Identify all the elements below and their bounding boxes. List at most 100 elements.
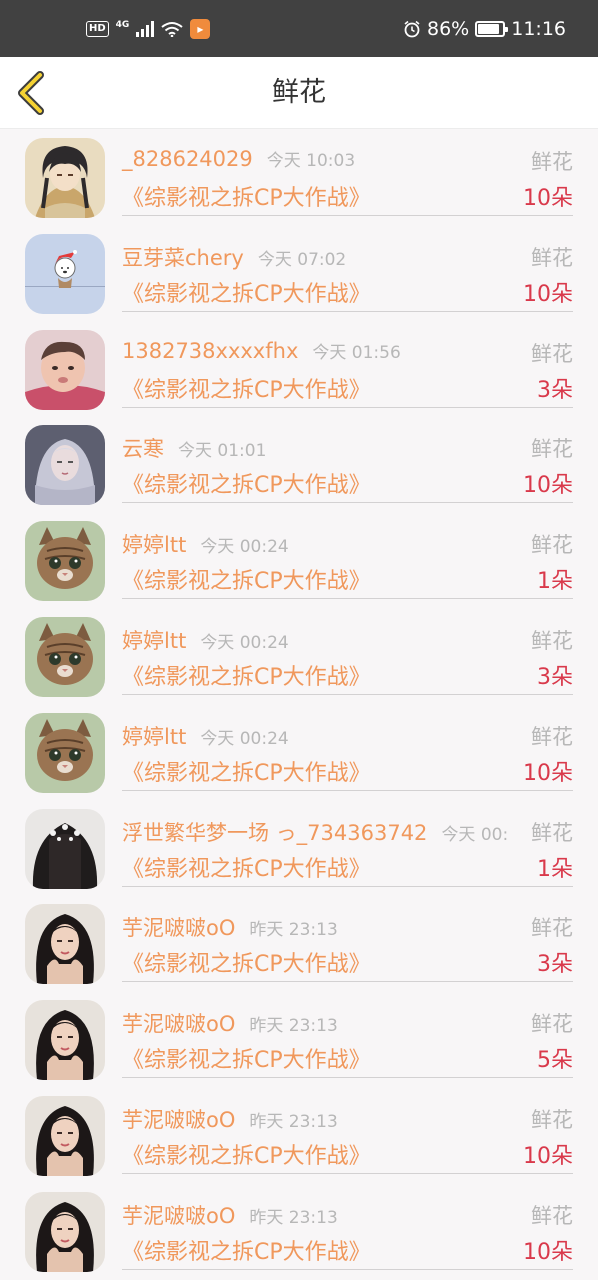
list-item-content: 芋泥啵啵oO 昨天 23:13 鲜花 《综影视之拆CP大作战》 10朵 [122, 1184, 573, 1270]
avatar[interactable] [25, 1191, 105, 1272]
username[interactable]: 芋泥啵啵oO [122, 1108, 235, 1132]
avatar[interactable] [25, 808, 105, 889]
book-title-link[interactable]: 《综影视之拆CP大作战》 [122, 755, 371, 787]
timestamp: 今天 01:01 [178, 441, 267, 462]
list-item[interactable]: 豆芽菜chery 今天 07:02 鲜花《综影视之拆CP大作战》 10朵 [0, 226, 598, 322]
list-item-header: 芋泥啵啵oO 昨天 23:13 [122, 1200, 338, 1230]
flower-count: 3朵 [537, 664, 573, 690]
gift-type-label: 鲜花 [531, 1107, 573, 1132]
timestamp: 今天 01:56 [312, 342, 401, 363]
gift-type-label: 鲜花 [531, 150, 573, 174]
username[interactable]: 豆芽菜chery [122, 246, 244, 270]
list-item[interactable]: 1382738xxxxfhx 今天 01:56 鲜花《综影视之拆CP大作战》 3朵 [0, 322, 598, 418]
list-item-content: 婷婷ltt 今天 00:24 鲜花 《综影视之拆CP大作战》 1朵 [122, 513, 573, 600]
list-item-content: 豆芽菜chery 今天 07:02 鲜花《综影视之拆CP大作战》 10朵 [122, 226, 573, 312]
list-item-content: 婷婷ltt 今天 00:24 鲜花《综影视之拆CP大作战》 3朵 [122, 609, 573, 695]
flower-count: 10朵 [523, 281, 573, 307]
list-item[interactable]: 云寒 今天 01:01 鲜花 《综影视之拆CP大作战》 10朵 [0, 417, 598, 513]
gift-type-label: 鲜花 [531, 820, 573, 845]
list-item-header: 云寒 今天 01:01 [122, 433, 266, 463]
avatar[interactable] [25, 1095, 105, 1176]
list-item[interactable]: 婷婷ltt 今天 00:24 鲜花 《综影视之拆CP大作战》 10朵 [0, 705, 598, 801]
avatar[interactable] [25, 521, 105, 602]
avatar[interactable] [25, 712, 105, 793]
list-item[interactable]: 芋泥啵啵oO 昨天 23:13 鲜花 《综影视之拆CP大作战》 10朵 [0, 1088, 598, 1184]
flower-count: 5朵 [537, 1048, 573, 1074]
username[interactable]: 芋泥啵啵oO [122, 916, 235, 940]
list-item-header: _828624029 今天 10:03 [122, 146, 355, 171]
book-title-link[interactable]: 《综影视之拆CP大作战》 [122, 1234, 371, 1266]
gift-type-label: 鲜花 [531, 628, 573, 653]
timestamp: 今天 00:24 [200, 728, 289, 749]
signal-icon [136, 20, 155, 37]
username[interactable]: _828624029 [122, 147, 253, 171]
list-item-header: 婷婷ltt 今天 00:24 [122, 721, 289, 751]
avatar[interactable] [25, 616, 105, 697]
page-title: 鲜花 [272, 77, 326, 108]
flower-record-list: _828624029 今天 10:03 鲜花 《综影视之拆CP大作战》 10朵 豆芽菜ch… [0, 130, 598, 1280]
book-title-link[interactable]: 《综影视之拆CP大作战》 [122, 180, 371, 212]
timestamp: 今天 07:02 [257, 249, 347, 270]
list-item-content: 云寒 今天 01:01 鲜花 《综影视之拆CP大作战》 10朵 [122, 417, 573, 504]
timestamp: 昨天 23:13 [249, 920, 338, 941]
list-item-content: 浮世繁华梦一场 っ_734363742 今天 00: 鲜花《综影视之拆CP大作战》 1… [122, 801, 573, 887]
gift-type-label: 鲜花 [531, 724, 573, 749]
list-item-content: 1382738xxxxfhx 今天 01:56 鲜花《综影视之拆CP大作战》 3朵 [122, 322, 573, 408]
list-item-content: 芋泥啵啵oO 昨天 23:13 鲜花 《综影视之拆CP大作战》 10朵 [122, 1088, 573, 1174]
flower-count: 10朵 [523, 473, 573, 499]
avatar[interactable] [25, 138, 105, 218]
clock: 11:16 [511, 17, 566, 40]
book-title-link[interactable]: 《综影视之拆CP大作战》 [122, 851, 371, 883]
avatar[interactable] [25, 1000, 105, 1081]
avatar[interactable] [25, 904, 105, 985]
book-title-link[interactable]: 《综影视之拆CP大作战》 [122, 1042, 371, 1074]
timestamp: 昨天 23:13 [249, 1016, 338, 1037]
username[interactable]: 婷婷ltt [122, 533, 186, 557]
username[interactable]: 婷婷ltt [122, 629, 186, 653]
gift-type-label: 鲜花 [531, 1012, 573, 1037]
username[interactable]: 浮世繁华梦一场 っ_734363742 [122, 821, 427, 845]
list-item[interactable]: 浮世繁华梦一场 っ_734363742 今天 00: 鲜花《综影视之拆CP大作战》 1… [0, 801, 598, 897]
timestamp: 今天 00:24 [200, 537, 289, 558]
username[interactable]: 芋泥啵啵oO [122, 1012, 235, 1036]
list-item-header: 浮世繁华梦一场 っ_734363742 今天 00: [122, 817, 508, 847]
gift-type-label: 鲜花 [531, 341, 573, 366]
list-item[interactable]: 芋泥啵啵oO 昨天 23:13 鲜花 《综影视之拆CP大作战》 10朵 [0, 1184, 598, 1280]
timestamp: 今天 00:24 [200, 632, 289, 653]
avatar[interactable] [25, 425, 105, 506]
list-item-header: 芋泥啵啵oO 昨天 23:13 [122, 912, 338, 942]
gift-type-label: 鲜花 [531, 1203, 573, 1228]
list-item[interactable]: 芋泥啵啵oO 昨天 23:13 鲜花《综影视之拆CP大作战》 5朵 [0, 992, 598, 1088]
flower-count: 1朵 [537, 569, 573, 595]
book-title-link[interactable]: 《综影视之拆CP大作战》 [122, 467, 371, 499]
list-item-header: 1382738xxxxfhx 今天 01:56 [122, 338, 401, 363]
book-title-link[interactable]: 《综影视之拆CP大作战》 [122, 1138, 371, 1170]
header: 鲜花 [0, 57, 598, 129]
flower-count: 1朵 [537, 856, 573, 882]
username[interactable]: 芋泥啵啵oO [122, 1204, 235, 1228]
flower-count: 3朵 [537, 377, 573, 403]
list-item[interactable]: 婷婷ltt 今天 00:24 鲜花《综影视之拆CP大作战》 3朵 [0, 609, 598, 705]
username[interactable]: 云寒 [122, 437, 164, 461]
timestamp: 今天 10:03 [266, 151, 356, 171]
list-item[interactable]: 婷婷ltt 今天 00:24 鲜花 《综影视之拆CP大作战》 1朵 [0, 513, 598, 609]
timestamp: 昨天 23:13 [249, 1207, 338, 1228]
username[interactable]: 1382738xxxxfhx [122, 339, 298, 363]
list-item[interactable]: _828624029 今天 10:03 鲜花 《综影视之拆CP大作战》 10朵 [0, 130, 598, 226]
alarm-icon [404, 20, 420, 37]
book-title-link[interactable]: 《综影视之拆CP大作战》 [122, 372, 371, 404]
avatar[interactable] [25, 233, 105, 314]
list-item[interactable]: 芋泥啵啵oO 昨天 23:13 鲜花 《综影视之拆CP大作战》 3朵 [0, 896, 598, 992]
book-title-link[interactable]: 《综影视之拆CP大作战》 [122, 276, 371, 308]
battery-percent: 86% [427, 17, 470, 40]
flower-count: 3朵 [537, 952, 573, 978]
username[interactable]: 婷婷ltt [122, 725, 186, 749]
avatar[interactable] [25, 329, 105, 410]
gift-type-label: 鲜花 [531, 245, 573, 270]
list-item-header: 婷婷ltt 今天 00:24 [122, 625, 289, 655]
book-title-link[interactable]: 《综影视之拆CP大作战》 [122, 659, 371, 691]
list-item-content: 芋泥啵啵oO 昨天 23:13 鲜花 《综影视之拆CP大作战》 3朵 [122, 896, 573, 983]
timestamp: 昨天 23:13 [249, 1111, 338, 1132]
book-title-link[interactable]: 《综影视之拆CP大作战》 [122, 946, 371, 978]
book-title-link[interactable]: 《综影视之拆CP大作战》 [122, 563, 371, 595]
